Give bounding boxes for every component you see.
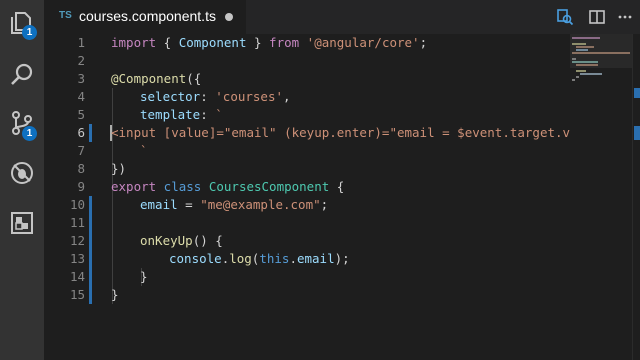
debug-icon[interactable] [7,158,37,188]
code-text: email = "me@example.com"; [140,197,329,212]
code-line: 5 template: ` [44,106,570,124]
line-number: 10 [69,197,85,212]
code-text: }) [111,161,127,176]
code-line: 12 onKeyUp() { [44,232,570,250]
line-number: 9 [77,179,85,194]
line-number: 7 [77,143,85,158]
search-icon[interactable] [7,60,37,90]
open-changes-icon[interactable] [555,7,575,27]
minimap-line [580,73,602,75]
line-number: 13 [69,251,85,266]
code-line: 4 selector: 'courses', [44,88,570,106]
code-line: 2 [44,52,570,70]
code-text: import { Component } from '@angular/core… [111,35,428,50]
code-text: console.log(this.email); [169,251,350,266]
split-editor-icon[interactable] [587,7,607,27]
code-line: 15 } [44,286,570,304]
tab-title: courses.component.ts [79,8,216,24]
code-line: 14 } [44,268,570,286]
minimap-line [572,58,576,60]
typescript-icon: TS [59,10,72,21]
code-text: onKeyUp() { [140,233,223,248]
code-text: } [140,269,148,284]
minimap-line [572,52,630,54]
unsaved-dot-icon[interactable] [225,13,233,21]
code-text: template: ` [140,107,223,122]
code-line: 1 import { Component } from '@angular/co… [44,34,570,52]
code-text: @Component({ [111,71,202,86]
scrollbar-change-marker [634,126,640,140]
line-number: 1 [77,35,85,50]
code-text: <input [value]="email" (keyup.enter)="em… [111,125,570,140]
line-number: 8 [77,161,85,176]
code-line: 11 [44,214,570,232]
code-text: selector: 'courses', [140,89,291,104]
minimap-line [576,49,588,51]
line-number: 15 [69,287,85,302]
explorer-badge: 1 [22,25,37,40]
minimap-line [572,37,600,39]
source-control-icon[interactable]: 1 [7,108,37,141]
code-line: 7 ` [44,142,570,160]
minimap-line [576,46,594,48]
extensions-icon[interactable] [7,208,37,238]
minimap-line [576,64,598,66]
code-text: export class CoursesComponent { [111,179,345,194]
tab-courses-component[interactable]: TS courses.component.ts [44,0,246,34]
line-number: 12 [69,233,85,248]
line-number: 3 [77,71,85,86]
minimap-line [576,70,586,72]
scrollbar-change-marker [634,88,640,98]
code-line: 13 console.log(this.email); [44,250,570,268]
code-line: 9 export class CoursesComponent { [44,178,570,196]
code-editor[interactable]: 1 import { Component } from '@angular/co… [44,34,570,360]
vertical-scrollbar[interactable] [632,34,640,360]
minimap[interactable] [570,34,632,360]
code-text: } [111,287,119,302]
code-line: 10 email = "me@example.com"; [44,196,570,214]
line-number: 6 [77,125,85,140]
line-number: 4 [77,89,85,104]
more-actions-icon[interactable] [615,7,635,27]
explorer-icon[interactable]: 1 [7,8,37,40]
scm-badge: 1 [22,126,37,141]
minimap-line [572,43,586,45]
line-number: 14 [69,269,85,284]
code-line: 6 <input [value]="email" (keyup.enter)="… [44,124,570,142]
code-text: ` [140,143,148,158]
tab-bar: TS courses.component.ts [44,0,640,34]
minimap-line [572,61,598,63]
line-number: 2 [77,53,85,68]
minimap-line [576,76,579,78]
minimap-line [572,79,575,81]
code-line: 3 @Component({ [44,70,570,88]
code-line: 8 }) [44,160,570,178]
line-number: 5 [77,107,85,122]
activity-bar: 1 1 [0,0,44,360]
line-number: 11 [69,215,85,230]
